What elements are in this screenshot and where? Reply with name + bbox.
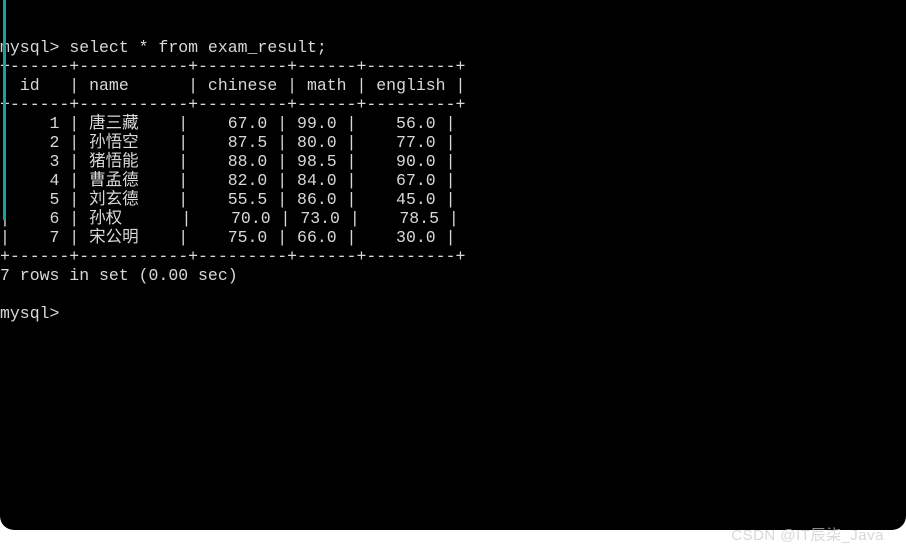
table-row: | 7 | 宋公明 | 75.0 | 66.0 | 30.0 | xyxy=(0,228,455,247)
result-summary: 7 rows in set (0.00 sec) xyxy=(0,266,238,285)
table-row: | 6 | 孙权 | 70.0 | 73.0 | 78.5 | xyxy=(0,209,459,228)
table-border-mid: +------+-----------+---------+------+---… xyxy=(0,95,465,114)
table-row: | 5 | 刘玄德 | 55.5 | 86.0 | 45.0 | xyxy=(0,190,455,209)
watermark-text: CSDN @IT辰柒_Java xyxy=(731,524,884,545)
terminal-window[interactable]: mysql> select * from exam_result; +-----… xyxy=(0,0,906,530)
scrollbar-indicator[interactable] xyxy=(3,0,6,220)
sql-query: select * from exam_result; xyxy=(69,38,326,57)
table-row: | 1 | 唐三藏 | 67.0 | 99.0 | 56.0 | xyxy=(0,114,455,133)
mysql-prompt-empty[interactable]: mysql> xyxy=(0,304,69,323)
table-border-bottom: +------+-----------+---------+------+---… xyxy=(0,247,465,266)
table-row: | 4 | 曹孟德 | 82.0 | 84.0 | 67.0 | xyxy=(0,171,455,190)
table-border-top: +------+-----------+---------+------+---… xyxy=(0,57,465,76)
table-row: | 3 | 猪悟能 | 88.0 | 98.5 | 90.0 | xyxy=(0,152,455,171)
table-row: | 2 | 孙悟空 | 87.5 | 80.0 | 77.0 | xyxy=(0,133,455,152)
mysql-prompt: mysql> xyxy=(0,38,69,57)
table-header-row: | id | name | chinese | math | english | xyxy=(0,76,465,95)
